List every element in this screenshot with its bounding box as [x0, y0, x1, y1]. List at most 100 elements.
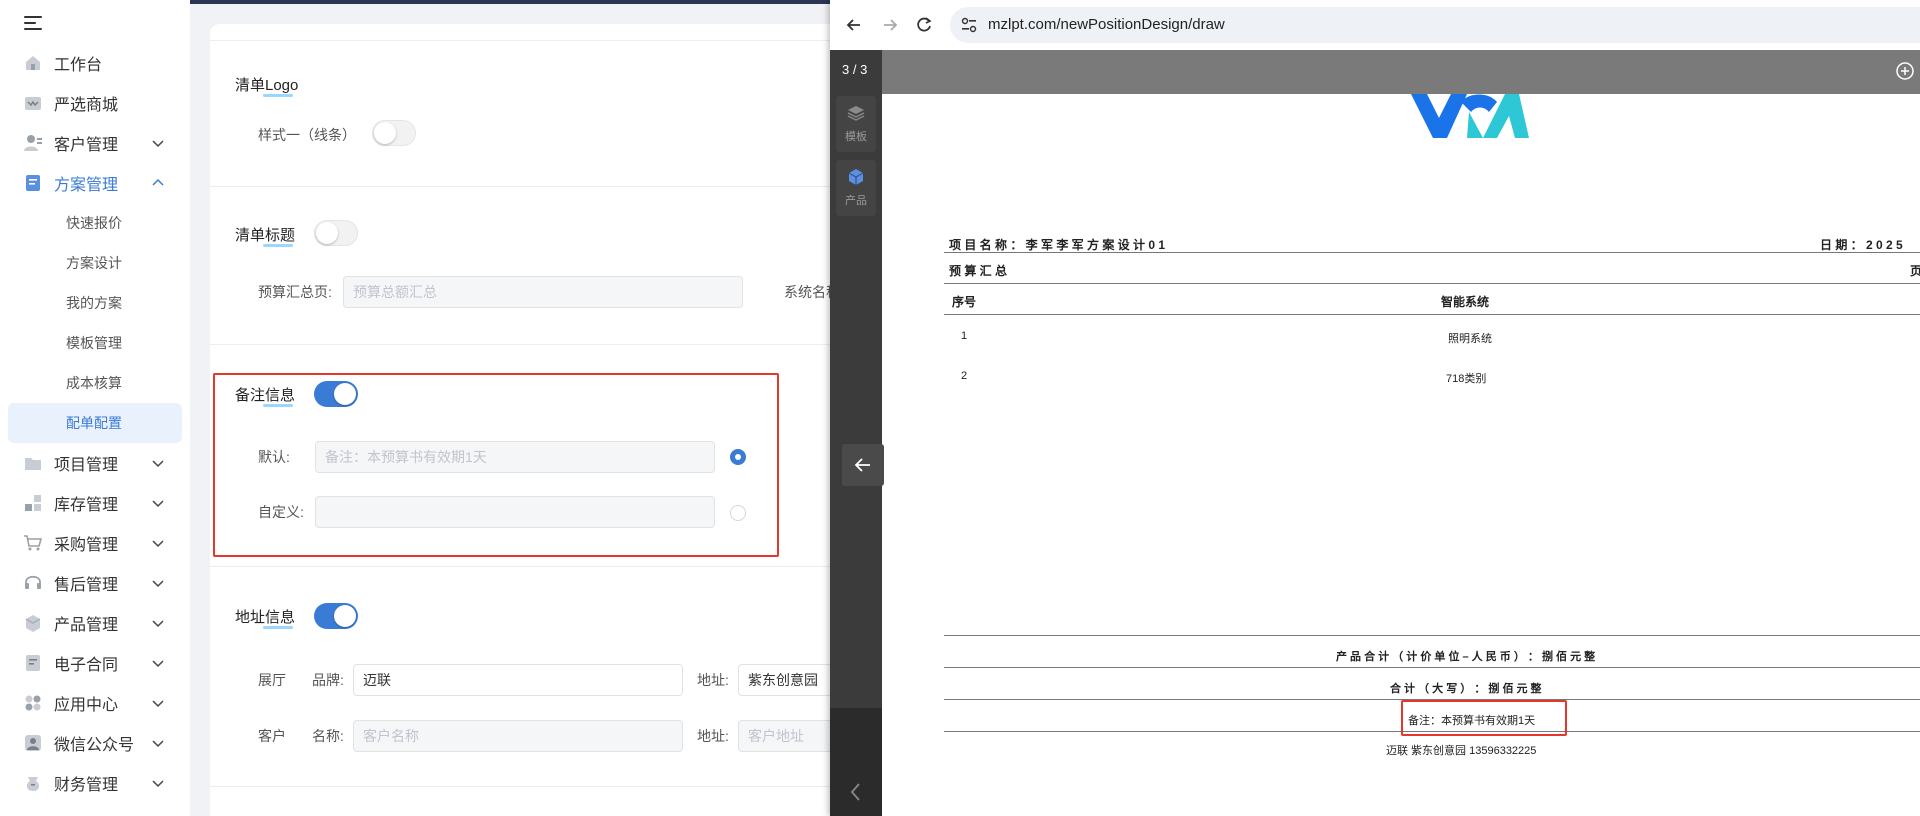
site-settings-icon[interactable] — [960, 16, 978, 34]
address-toggle[interactable] — [314, 603, 358, 629]
divider — [210, 566, 850, 567]
sidebar-item-label: 库存管理 — [54, 497, 119, 514]
sub-item-templates[interactable]: 模板管理 — [8, 323, 182, 363]
sidebar-item-finance[interactable]: 财务管理 — [0, 763, 190, 803]
col-header-system: 智能系统 — [1441, 295, 1490, 309]
headset-icon — [25, 575, 41, 589]
sub-item-quick-quote[interactable]: 快速报价 — [8, 203, 182, 243]
chevron-down-icon — [152, 580, 164, 588]
doc-rule — [944, 252, 1920, 253]
showroom-label: 展厅 — [258, 672, 286, 688]
tool-product[interactable]: 产品 — [836, 160, 876, 216]
home-icon — [26, 56, 40, 70]
sidebar-item-contract[interactable]: 电子合同 — [0, 643, 190, 683]
box-icon — [25, 615, 41, 632]
wechat-icon — [25, 735, 41, 751]
sidebar-item-workbench[interactable]: 工作台 — [0, 43, 190, 83]
apps-icon — [25, 695, 41, 711]
page-counter: 3 / 3 — [842, 62, 868, 77]
customer-icon — [24, 135, 42, 151]
row-no: 1 — [961, 330, 968, 342]
product-total: 产 品 合 计 （ 计 价 单 位 – 人 民 币 ） ： 捌 佰 元 整 — [1336, 651, 1596, 663]
page-label: 页 — [1910, 264, 1920, 278]
sidebar-item-label: 售后管理 — [54, 577, 119, 594]
store-icon — [25, 97, 41, 110]
doc-rule — [944, 667, 1920, 668]
budget-summary-input[interactable]: 预算总额汇总 — [343, 276, 743, 308]
sub-item-plan-design[interactable]: 方案设计 — [8, 243, 182, 283]
menu-collapse-icon[interactable] — [24, 14, 44, 32]
divider — [210, 186, 850, 187]
sub-item-label: 成本核算 — [66, 375, 122, 391]
url-text[interactable]: mzlpt.com/newPositionDesign/draw — [988, 16, 1225, 33]
chevron-down-icon — [152, 460, 164, 468]
sidebar-item-customer[interactable]: 客户管理 — [0, 123, 190, 163]
chevron-down-icon — [152, 540, 164, 548]
brand-input[interactable]: 迈联 — [353, 664, 683, 696]
sub-item-cost-accounting[interactable]: 成本核算 — [8, 363, 182, 403]
sidebar-item-aftersales[interactable]: 售后管理 — [0, 563, 190, 603]
cube-icon — [848, 169, 864, 185]
col-header-no: 序号 — [952, 295, 977, 309]
reload-icon[interactable] — [914, 15, 934, 35]
forward-icon[interactable] — [880, 15, 900, 35]
sub-item-label: 我的方案 — [66, 295, 122, 311]
sidebar-item-store[interactable]: 严选商城 — [0, 83, 190, 123]
chevron-down-icon — [152, 660, 164, 668]
section-title-list-title: 清单标题 — [235, 224, 295, 247]
cart-icon — [24, 535, 43, 551]
divider — [210, 40, 850, 41]
sidebar-item-label: 产品管理 — [54, 617, 119, 634]
project-name: 项 目 名 称 ： 李 军 李 军 方 案 设 计 0 1 — [949, 238, 1166, 252]
sidebar-item-project[interactable]: 项目管理 — [0, 443, 190, 483]
customer-name-input[interactable]: 客户名称 — [353, 720, 683, 752]
chevron-left-icon[interactable] — [848, 780, 864, 804]
sidebar-item-plan[interactable]: 方案管理 — [0, 163, 190, 203]
list-title-toggle[interactable] — [314, 220, 358, 246]
back-icon[interactable] — [844, 15, 864, 35]
chevron-down-icon — [152, 140, 164, 148]
sub-item-label: 模板管理 — [66, 335, 122, 351]
finance-icon — [26, 777, 40, 791]
sidebar-item-purchase[interactable]: 采购管理 — [0, 523, 190, 563]
customer-label: 客户 — [258, 728, 286, 744]
sidebar-item-inventory[interactable]: 库存管理 — [0, 483, 190, 523]
tool-template[interactable]: 模板 — [836, 96, 876, 152]
doc-footer: 迈联 紫东创意园 13596332225 — [1386, 745, 1537, 757]
chevron-down-icon — [152, 620, 164, 628]
sidebar-item-apps[interactable]: 应用中心 — [0, 683, 190, 723]
zoom-in-icon[interactable] — [1895, 61, 1915, 81]
logo-style-label: 样式一（线条） — [258, 127, 356, 143]
sidebar-item-label: 微信公众号 — [54, 737, 135, 754]
sub-item-order-config[interactable]: 配单配置 — [8, 403, 182, 443]
sidebar-item-label: 项目管理 — [54, 457, 119, 474]
chevron-down-icon — [152, 740, 164, 748]
highlight-box-remark — [213, 373, 779, 557]
back-arrow-button[interactable] — [842, 444, 884, 486]
row-system: 718类别 — [1446, 373, 1487, 385]
sidebar-item-label: 工作台 — [54, 57, 103, 74]
sidebar-item-label: 财务管理 — [54, 777, 119, 794]
sub-item-label: 配单配置 — [66, 415, 122, 431]
brand-label: 品牌: — [312, 672, 344, 688]
highlight-box-doc-remark — [1401, 700, 1567, 736]
inventory-icon — [25, 495, 41, 511]
layers-icon — [847, 106, 865, 121]
sub-item-my-plans[interactable]: 我的方案 — [8, 283, 182, 323]
budget-summary-heading: 预 算 汇 总 — [949, 264, 1008, 278]
browser-toolbar: mzlpt.com/newPositionDesign/draw — [830, 0, 1920, 50]
total-caps: 合 计 （ 大 写 ） ： 捌 佰 元 整 — [1390, 683, 1542, 695]
sidebar-item-label: 客户管理 — [54, 137, 119, 154]
sidebar-item-label: 应用中心 — [54, 697, 119, 714]
document-page: 项 目 名 称 ： 李 军 李 军 方 案 设 计 0 1 日 期 ： 2 0 … — [882, 50, 1920, 816]
logo-style-toggle[interactable] — [372, 120, 416, 146]
sidebar-item-label: 电子合同 — [54, 657, 119, 674]
chevron-down-icon — [152, 700, 164, 708]
row-system: 照明系统 — [1448, 333, 1492, 345]
sidebar: 工作台 严选商城 客户管理 方案管理 快速报价 方案设计 我的方案 模板管理 成… — [0, 0, 190, 816]
customer-name-label: 名称: — [312, 728, 344, 744]
tool-template-label: 模板 — [845, 131, 867, 143]
sidebar-item-product[interactable]: 产品管理 — [0, 603, 190, 643]
sidebar-item-wechat[interactable]: 微信公众号 — [0, 723, 190, 763]
plan-icon — [26, 175, 40, 191]
